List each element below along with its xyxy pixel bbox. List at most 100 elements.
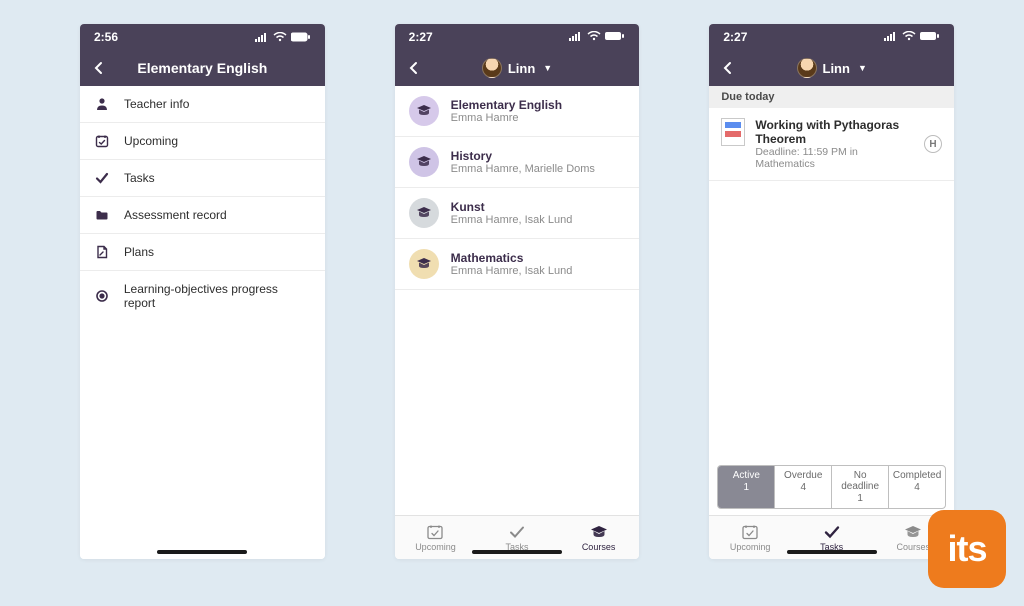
menu-item-teacher-info[interactable]: Teacher info	[80, 86, 325, 123]
signal-icon	[884, 30, 898, 44]
user-name: Linn	[508, 61, 535, 76]
back-button[interactable]	[403, 57, 425, 79]
home-indicator	[157, 550, 247, 554]
menu-item-upcoming[interactable]: Upcoming	[80, 123, 325, 160]
phone-screen-tasks: 2:27 Linn ▼ Due today Working with P	[709, 24, 954, 559]
graduation-cap-icon	[409, 249, 439, 279]
home-indicator	[787, 550, 877, 554]
filter-name: No deadline	[834, 470, 886, 492]
tab-upcoming[interactable]: Upcoming	[709, 516, 791, 559]
menu-label: Tasks	[124, 171, 155, 185]
course-menu-list: Teacher info Upcoming Tasks Assessment r…	[80, 86, 325, 559]
status-bar: 2:27	[709, 24, 954, 50]
status-icons	[569, 30, 625, 44]
clock: 2:27	[723, 30, 747, 44]
status-icons	[255, 32, 311, 42]
course-item[interactable]: Elementary English Emma Hamre	[395, 86, 640, 137]
user-switcher[interactable]: Linn ▼	[395, 58, 640, 78]
wifi-icon	[587, 30, 601, 44]
course-teachers: Emma Hamre, Marielle Doms	[451, 163, 595, 175]
document-icon	[94, 245, 110, 259]
tab-label: Courses	[896, 542, 930, 552]
filter-active[interactable]: Active 1	[718, 466, 775, 508]
chevron-down-icon: ▼	[858, 63, 867, 73]
course-item[interactable]: Kunst Emma Hamre, Isak Lund	[395, 188, 640, 239]
graduation-cap-icon	[590, 524, 608, 540]
its-logo: its	[928, 510, 1006, 588]
user-switcher[interactable]: Linn ▼	[709, 58, 954, 78]
chevron-down-icon: ▼	[543, 63, 552, 73]
tab-label: Courses	[582, 542, 616, 552]
filter-count: 1	[834, 493, 886, 504]
filter-count: 4	[777, 482, 829, 493]
filter-count: 1	[720, 482, 772, 493]
wifi-icon	[902, 30, 916, 44]
filter-name: Active	[720, 470, 772, 481]
home-indicator	[472, 550, 562, 554]
clock: 2:56	[94, 30, 118, 44]
menu-item-assessment[interactable]: Assessment record	[80, 197, 325, 234]
graduation-cap-icon	[409, 96, 439, 126]
status-bar: 2:56	[80, 24, 325, 50]
graduation-cap-icon	[409, 147, 439, 177]
filter-overdue[interactable]: Overdue 4	[775, 466, 832, 508]
calendar-check-icon	[426, 524, 444, 540]
calendar-check-icon	[741, 524, 759, 540]
filter-no-deadline[interactable]: No deadline 1	[832, 466, 889, 508]
course-name: Kunst	[451, 200, 573, 214]
menu-label: Learning-objectives progress report	[124, 282, 311, 310]
task-filter: Active 1 Overdue 4 No deadline 1 Complet…	[717, 465, 946, 509]
chevron-left-icon	[407, 61, 421, 75]
avatar	[482, 58, 502, 78]
checkmark-icon	[823, 524, 841, 540]
back-button[interactable]	[717, 57, 739, 79]
graduation-cap-icon	[409, 198, 439, 228]
battery-icon	[920, 30, 940, 44]
filter-name: Overdue	[777, 470, 829, 481]
course-name: Elementary English	[451, 98, 562, 112]
checkmark-icon	[94, 171, 110, 185]
its-logo-text: its	[947, 528, 986, 570]
menu-label: Plans	[124, 245, 154, 259]
courses-list: Elementary English Emma Hamre History Em…	[395, 86, 640, 515]
filter-completed[interactable]: Completed 4	[889, 466, 945, 508]
task-title: Working with Pythagoras Theorem	[755, 118, 914, 146]
user-name: Linn	[823, 61, 850, 76]
course-teachers: Emma Hamre, Isak Lund	[451, 214, 573, 226]
menu-item-tasks[interactable]: Tasks	[80, 160, 325, 197]
checkmark-icon	[508, 524, 526, 540]
tab-label: Upcoming	[730, 542, 771, 552]
course-teachers: Emma Hamre	[451, 112, 562, 124]
filter-count: 4	[891, 482, 943, 493]
task-group-badge: H	[924, 135, 942, 153]
section-header: Due today	[709, 86, 954, 108]
nav-header: Linn ▼	[709, 50, 954, 86]
clock: 2:27	[409, 30, 433, 44]
tab-upcoming[interactable]: Upcoming	[395, 516, 477, 559]
graduation-cap-icon	[904, 524, 922, 540]
course-name: History	[451, 149, 595, 163]
calendar-check-icon	[94, 134, 110, 148]
tab-courses[interactable]: Courses	[558, 516, 640, 559]
course-item[interactable]: Mathematics Emma Hamre, Isak Lund	[395, 239, 640, 290]
nav-header: Linn ▼	[395, 50, 640, 86]
phone-screen-courses: 2:27 Linn ▼ Elementary English E	[395, 24, 640, 559]
assignment-icon	[721, 118, 745, 146]
menu-label: Upcoming	[124, 134, 178, 148]
menu-item-progress-report[interactable]: Learning-objectives progress report	[80, 271, 325, 321]
page-title: Elementary English	[80, 60, 325, 76]
menu-item-plans[interactable]: Plans	[80, 234, 325, 271]
menu-label: Teacher info	[124, 97, 189, 111]
course-item[interactable]: History Emma Hamre, Marielle Doms	[395, 137, 640, 188]
status-icons	[884, 30, 940, 44]
battery-icon	[291, 32, 311, 42]
person-icon	[94, 97, 110, 111]
task-item[interactable]: Working with Pythagoras Theorem Deadline…	[709, 108, 954, 181]
tasks-content: Due today Working with Pythagoras Theore…	[709, 86, 954, 515]
task-deadline: Deadline: 11:59 PM in Mathematics	[755, 146, 914, 170]
battery-icon	[605, 30, 625, 44]
avatar	[797, 58, 817, 78]
back-button[interactable]	[88, 57, 110, 79]
filter-name: Completed	[891, 470, 943, 481]
signal-icon	[569, 30, 583, 44]
